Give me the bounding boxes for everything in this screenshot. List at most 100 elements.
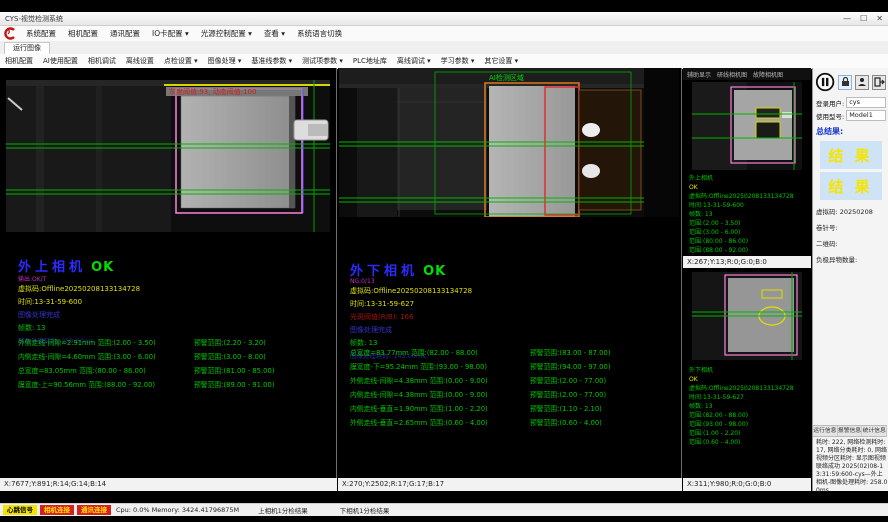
aux-view-tabs: 辅助显示研线相机图故障相机图 bbox=[683, 68, 811, 80]
warning-range: 预警范围:(2.20 - 3.20) bbox=[194, 336, 266, 350]
virtual-code-line: 虚拟码: 20250208 bbox=[813, 200, 888, 216]
aux-camera-view-bottom[interactable]: 外下相机OK虚拟码:Offline20250208133134728时间:13-… bbox=[683, 268, 811, 478]
app-window: CYS-视觉检测系统 —☐✕ 系统配置相机配置通讯配置IO卡配置 ▾光源控制配置… bbox=[0, 0, 888, 522]
lock-button[interactable] bbox=[838, 75, 852, 90]
qr-code-line: 二维码: bbox=[813, 232, 888, 248]
warning-range: 预警范围:(3.00 - 8.00) bbox=[194, 350, 266, 364]
exit-icon bbox=[874, 77, 885, 87]
warning-range: 预警范围:(81.00 - 85.00) bbox=[194, 364, 274, 378]
toolbar-button[interactable]: 相机调试 bbox=[83, 56, 121, 66]
pixel-status-upper: X:7677;Y:891;R:14;G:14;B:14 bbox=[0, 478, 337, 491]
process-done-line: 图像处理完成 bbox=[18, 309, 140, 322]
menu-item[interactable]: 光源控制配置 ▾ bbox=[195, 28, 258, 39]
menu-item[interactable]: 通讯配置 bbox=[104, 28, 146, 39]
aux-result-line: 范围:(2.00 - 3.50) bbox=[689, 219, 815, 228]
measurement-row: 膜宽度-下=95.24mm 范围:(93.00 - 98.00) 预警范围:(9… bbox=[350, 360, 610, 374]
toolbar-button[interactable]: 相机配置 bbox=[0, 56, 38, 66]
window-control-button[interactable]: ☐ bbox=[860, 14, 867, 23]
camera-view-upper[interactable]: 灰度阈值:93, 动态阈值:100 外上相机 OK 输出:OK/T 虚拟码:Of… bbox=[0, 68, 337, 478]
camera-view-lower[interactable]: AI检测区域 外下相机 OK NG:0/13 虚拟码:Offline202502… bbox=[338, 68, 682, 478]
control-panel: 登录用户: cys 使用型号: Model1 总结果: 结 果结 果 虚拟码: … bbox=[812, 68, 888, 491]
aux-camera-view-top[interactable]: 外上相机OK虚拟码:Offline20250208133134728时间:13-… bbox=[683, 80, 811, 256]
tab-row: 运行图像 bbox=[0, 41, 888, 55]
title-bar: CYS-视觉检测系统 —☐✕ bbox=[0, 12, 888, 26]
warning-range: 预警范围:(83.00 - 87.00) bbox=[530, 346, 610, 360]
aux-result-line: OK bbox=[689, 183, 815, 192]
measurement-row: 内侧走线-间隙=4.38mm 范围:(0.00 - 9.00) 预警范围:(2.… bbox=[350, 388, 610, 402]
login-user-value[interactable]: cys bbox=[846, 97, 886, 108]
feature-mark-yellow bbox=[756, 108, 780, 118]
time-line: 时间:13-31-59-600 bbox=[18, 296, 140, 309]
aux-result-line: 范围:(80.00 - 86.00) bbox=[689, 237, 815, 246]
toolbar-button[interactable]: 图像处理 ▾ bbox=[203, 56, 247, 66]
info-tab[interactable]: 统计信息 bbox=[862, 426, 887, 436]
login-user-label: 登录用户: bbox=[816, 98, 844, 108]
window-control-button[interactable]: — bbox=[843, 14, 851, 23]
measurement-row: 总宽度=83.05mm 范围:(80.00 - 86.00) 预警范围:(81.… bbox=[18, 364, 274, 378]
aux-result-line: 帧数: 13 bbox=[689, 402, 815, 411]
time-line: 时间:13-31-59-627 bbox=[350, 298, 472, 311]
toolbar-button[interactable]: 其它设置 ▾ bbox=[479, 56, 523, 66]
exit-button[interactable] bbox=[872, 75, 886, 90]
toolbar-button[interactable]: 基准线参数 ▾ bbox=[246, 56, 297, 66]
aux-view-tab[interactable]: 辅助显示 bbox=[687, 70, 711, 79]
toolbar-button[interactable]: 测试项参数 ▾ bbox=[297, 56, 348, 66]
output-subline: NG:0/13 bbox=[350, 278, 472, 285]
toolbar-button[interactable]: 学习参数 ▾ bbox=[436, 56, 480, 66]
toolbar-button[interactable]: 点检设置 ▾ bbox=[159, 56, 203, 66]
aux-camera-image-bottom bbox=[692, 272, 802, 360]
warning-range: 预警范围:(1.10 - 2.10) bbox=[530, 402, 602, 416]
menu-item[interactable]: 系统语言切换 bbox=[291, 28, 348, 39]
window-controls: — ☐ ✕ bbox=[843, 14, 883, 23]
toolbar-button[interactable]: 离线设置 bbox=[121, 56, 159, 66]
lock-icon bbox=[841, 77, 850, 87]
window-control-button[interactable]: ✕ bbox=[876, 14, 883, 23]
aux-view-tab[interactable]: 故障相机图 bbox=[753, 70, 783, 79]
output-subline: 输出:OK/T bbox=[18, 274, 140, 283]
aux-result-line: 虚拟码:Offline20250208133134728 bbox=[689, 384, 815, 393]
menu-item[interactable]: IO卡配置 ▾ bbox=[146, 28, 195, 39]
measurement-value: 外侧走线-垂直=2.65mm 范围:(0.60 - 4.00) bbox=[350, 416, 530, 430]
aux-result-lines-bottom: 外下相机OK虚拟码:Offline20250208133134728时间:13-… bbox=[683, 364, 815, 447]
menu-item[interactable]: 系统配置 bbox=[20, 28, 62, 39]
toolbar-button[interactable]: AI使用配置 bbox=[38, 56, 83, 66]
aux-view-tab[interactable]: 研线相机图 bbox=[717, 70, 747, 79]
measurement-value: 总宽度=83.77mm 范围:(82.00 - 88.00) bbox=[350, 346, 530, 360]
aux-result-lines-top: 外上相机OK虚拟码:Offline20250208133134728时间:13-… bbox=[683, 172, 815, 255]
toolbar-button[interactable]: 离线调试 ▾ bbox=[392, 56, 436, 66]
measurement-row: 外侧走线-间隙=4.38mm 范围:(0.00 - 9.00) 预警范围:(2.… bbox=[350, 374, 610, 388]
user-button[interactable] bbox=[855, 75, 869, 90]
menu-items: 系统配置相机配置通讯配置IO卡配置 ▾光源控制配置 ▾查看 ▾系统语言切换 bbox=[20, 28, 348, 39]
camera-image-lower: AI检测区域 bbox=[339, 68, 679, 217]
status-badges: 心跳信号相机连接通讯连接 bbox=[3, 505, 111, 515]
aux-result-line: 外下相机 bbox=[689, 366, 815, 375]
model-value[interactable]: Model1 bbox=[846, 110, 886, 121]
info-tab[interactable]: 运行信息 bbox=[813, 426, 838, 436]
aux-result-line: 帧数: 13 bbox=[689, 210, 815, 219]
status-badge: 相机连接 bbox=[40, 505, 74, 515]
toolbar-button[interactable]: PLC地址库 bbox=[348, 56, 392, 66]
measurement-row: 外侧走线-垂直=2.65mm 范围:(0.60 - 4.00) 预警范围:(0.… bbox=[350, 416, 610, 430]
info-tab[interactable]: 报警信息 bbox=[838, 426, 863, 436]
aux-camera-image-top bbox=[692, 82, 802, 170]
toolbar: 相机配置AI使用配置相机调试离线设置点检设置 ▾图像处理 ▾基准线参数 ▾测试项… bbox=[0, 54, 888, 69]
result-box: 结 果 bbox=[820, 141, 882, 169]
camera-result-link[interactable]: 上相机1分检结果 bbox=[258, 505, 308, 515]
model-label: 使用型号: bbox=[816, 111, 844, 121]
camera-result-link[interactable]: 下相机1分检结果 bbox=[340, 505, 390, 515]
measurement-value: 内侧走线-间隙=4.38mm 范围:(0.00 - 9.00) bbox=[350, 388, 530, 402]
camera-name: 外上相机 bbox=[18, 260, 86, 275]
pause-button[interactable] bbox=[815, 71, 835, 93]
measurement-value: 总宽度=83.05mm 范围:(80.00 - 86.00) bbox=[18, 364, 194, 378]
aux-result-line: 时间:13-31-59-627 bbox=[689, 393, 815, 402]
warning-range: 预警范围:(94.00 - 97.00) bbox=[530, 360, 610, 374]
tab-run-image[interactable]: 运行图像 bbox=[4, 42, 50, 54]
aux-result-line: 范围:(88.00 - 92.00) bbox=[689, 246, 815, 255]
menu-item[interactable]: 查看 ▾ bbox=[258, 28, 291, 39]
result-ok: OK bbox=[91, 260, 114, 275]
menu-item[interactable]: 相机配置 bbox=[62, 28, 104, 39]
pixel-status-aux-bottom: X:311;Y:980;R:0;G:0;B:0 bbox=[683, 478, 811, 491]
warning-range: 预警范围:(2.00 - 77.00) bbox=[530, 374, 606, 388]
status-badge: 通讯连接 bbox=[77, 505, 111, 515]
aux-result-line: 范围:(0.60 - 4.00) bbox=[689, 438, 815, 447]
